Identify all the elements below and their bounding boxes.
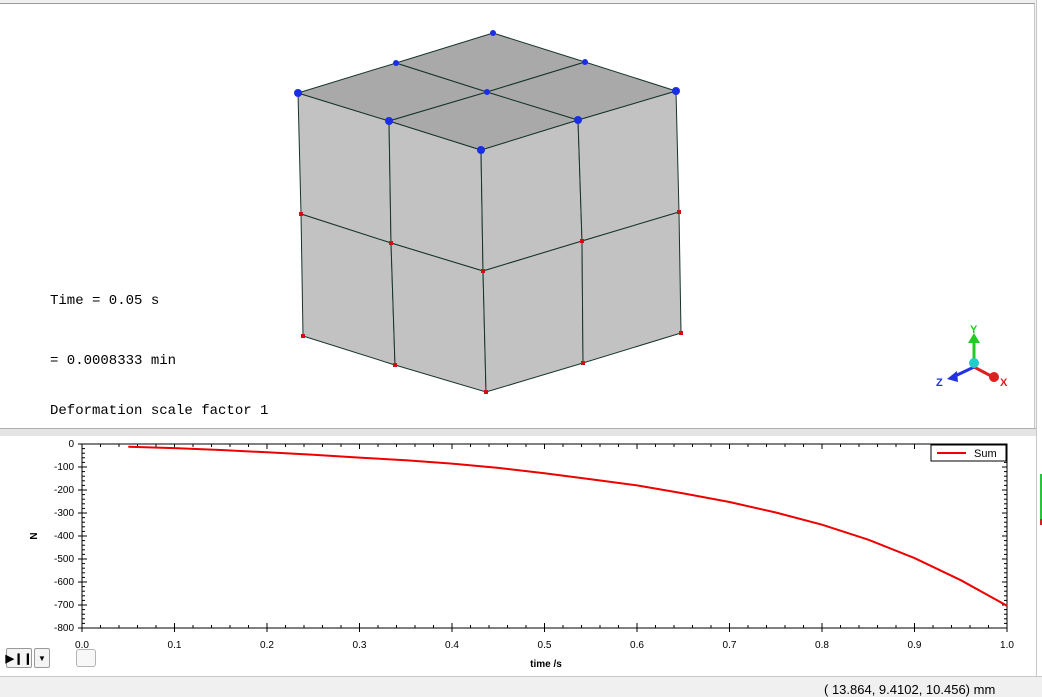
time-minutes: = 0.0008333 min (50, 353, 177, 369)
legend-label-sum: Sum (974, 448, 997, 460)
axis-triad: Y Z X (936, 324, 1008, 389)
mesh-node[interactable] (385, 117, 393, 125)
deformation-scale-label: Deformation scale factor 1 (50, 403, 269, 419)
force-time-chart[interactable]: 0-100-200-300-400-500-600-700-800 0.0 0.1… (0, 436, 1036, 676)
x-tick-label: 0.6 (630, 640, 644, 651)
y-tick-label: -100 (54, 462, 74, 473)
mesh-node[interactable] (393, 363, 397, 367)
mesh-node[interactable] (481, 269, 485, 273)
x-tick-label: 0.1 (168, 640, 182, 651)
mesh-node[interactable] (582, 59, 588, 65)
mesh-node[interactable] (574, 116, 582, 124)
y-tick-label: -700 (54, 600, 74, 611)
axis-label-y: Y (970, 324, 978, 336)
mesh-node[interactable] (294, 89, 302, 97)
plot-area (81, 443, 1008, 629)
mesh-node[interactable] (677, 210, 681, 214)
playback-options-dropdown[interactable]: ▼ (34, 648, 50, 668)
x-tick-label: 0.8 (815, 640, 829, 651)
x-tick-label: 0.4 (445, 640, 459, 651)
status-bar: ( 13.864, 9.4102, 10.456) mm (0, 676, 1042, 697)
time-seconds: Time = 0.05 s (50, 293, 160, 309)
x-tick-label: 1.0 (1000, 640, 1014, 651)
y-tick-label: -200 (54, 485, 74, 496)
play-pause-button[interactable]: ▶❙❙ (6, 648, 32, 668)
mesh-node[interactable] (299, 212, 303, 216)
x-tick-label: 0.3 (353, 640, 367, 651)
x-tick-label: 0.5 (538, 640, 552, 651)
time-readout: Time = 0.05 s = 0.0008333 min (50, 251, 176, 411)
axis-label-z: Z (936, 377, 943, 389)
mesh-node[interactable] (301, 334, 305, 338)
mesh-node[interactable] (581, 361, 585, 365)
mesh-node[interactable] (389, 241, 393, 245)
mesh-node[interactable] (484, 89, 490, 95)
mesh-node[interactable] (672, 87, 680, 95)
model-viewport[interactable]: Y Z X Time = 0.05 s = 0.0008333 min Defo… (0, 3, 1035, 429)
cursor-coordinate-readout: ( 13.864, 9.4102, 10.456) mm (824, 682, 996, 697)
x-tick-label: 0.7 (723, 640, 737, 651)
mesh-node[interactable] (393, 60, 399, 66)
x-axis-label: time /s (530, 659, 562, 670)
axis-label-x: X (1000, 377, 1008, 389)
graph-pane: 0 -100 -200 -300 -400 -500 -600 -700 -800 0.0 0.1… (0, 436, 1037, 676)
x-tick-label: 0.2 (260, 640, 274, 651)
mesh-node[interactable] (679, 331, 683, 335)
y-tick-label: -300 (54, 508, 74, 519)
animation-frame-button[interactable] (76, 649, 96, 667)
right-panel-edge (1036, 0, 1042, 693)
mesh-node[interactable] (477, 146, 485, 154)
y-tick-label: -800 (54, 623, 74, 634)
mesh-node[interactable] (580, 239, 584, 243)
x-tick-label: 0.9 (908, 640, 922, 651)
y-axis-label: N (29, 532, 40, 539)
y-tick-label: -600 (54, 577, 74, 588)
chart-legend: Sum (930, 444, 1007, 462)
y-tick-label: -400 (54, 531, 74, 542)
y-tick-label: -500 (54, 554, 74, 565)
mesh-node[interactable] (490, 30, 496, 36)
mesh-node[interactable] (484, 390, 488, 394)
y-tick-label: 0 (68, 439, 74, 450)
